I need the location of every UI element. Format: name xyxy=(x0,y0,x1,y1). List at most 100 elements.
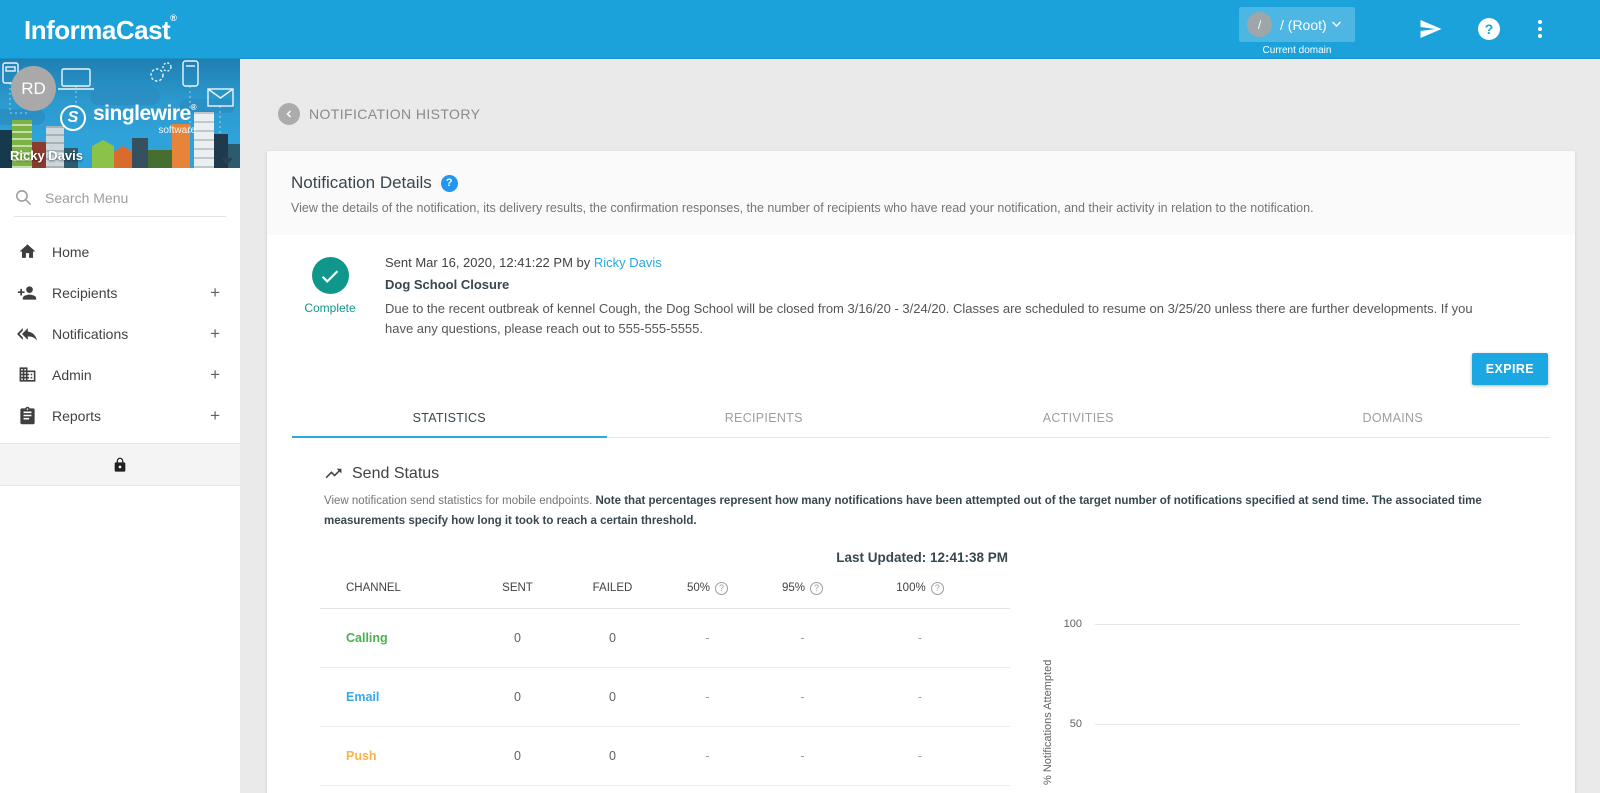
last-updated: Last Updated: 12:41:38 PM xyxy=(836,549,1008,565)
expire-row: EXPIRE xyxy=(267,339,1575,386)
cell-50: - xyxy=(705,630,710,645)
status-block: Complete xyxy=(297,257,363,339)
cell-sent: 0 xyxy=(514,748,521,763)
cell-sent: 0 xyxy=(514,689,521,704)
domain-caption: Current domain xyxy=(1262,45,1332,56)
main-content: NOTIFICATION HISTORY Notification Detail… xyxy=(240,59,1600,793)
column-help-icon[interactable]: ? xyxy=(930,581,944,595)
user-banner[interactable]: S singlewire® software RD Ricky Davis xyxy=(0,59,240,168)
help-icon[interactable]: ? xyxy=(1478,18,1500,40)
home-icon xyxy=(17,242,37,262)
cell-100: - xyxy=(917,630,923,645)
sidebar-item-label: Admin xyxy=(52,366,92,383)
column-header: 50%? xyxy=(660,581,755,595)
sidebar-item-notifications[interactable]: Notifications + xyxy=(0,313,240,354)
domain-label: / (Root) xyxy=(1280,16,1327,33)
menu-search xyxy=(14,188,226,217)
back-button[interactable] xyxy=(278,103,300,125)
notification-summary: Complete Sent Mar 16, 2020, 12:41:22 PM … xyxy=(267,235,1575,339)
statistics-body: Last Updated: 12:41:38 PM CHANNEL SENT F… xyxy=(267,532,1575,793)
chevron-down-icon xyxy=(1331,18,1341,27)
cell-95: - xyxy=(800,748,805,763)
tab-statistics[interactable]: STATISTICS xyxy=(292,401,607,439)
domain-widget: / / (Root) Current domain xyxy=(1239,0,1355,56)
cell-100: - xyxy=(917,689,923,704)
person-add-icon xyxy=(17,283,37,303)
sent-line: Sent Mar 16, 2020, 12:41:22 PM by Ricky … xyxy=(385,255,662,270)
user-name: Ricky Davis xyxy=(10,148,83,163)
domain-selector[interactable]: / / (Root) xyxy=(1239,7,1355,42)
singlewire-monogram: S xyxy=(60,105,86,131)
lock-icon xyxy=(114,457,126,472)
sidebar-item-admin[interactable]: Admin + xyxy=(0,354,240,395)
app-logo[interactable]: InformaCast® xyxy=(24,13,177,46)
section-description: View notification send statistics for mo… xyxy=(324,495,1482,528)
cell-95: - xyxy=(800,689,805,704)
complete-check-icon xyxy=(311,257,349,294)
tab-activities[interactable]: ACTIVITIES xyxy=(921,401,1236,437)
status-badge: Complete xyxy=(304,301,356,315)
column-header: SENT xyxy=(502,582,533,595)
sidebar-item-recipients[interactable]: Recipients + xyxy=(0,272,240,313)
user-menu-caret-icon[interactable] xyxy=(221,158,233,165)
expand-icon[interactable]: + xyxy=(210,365,220,385)
sidebar-item-reports[interactable]: Reports + xyxy=(0,395,240,436)
page-title: Notification Details xyxy=(291,173,432,192)
section-title: Send Status xyxy=(352,464,440,482)
column-help-icon[interactable]: ? xyxy=(715,581,729,595)
sidebar-item-label: Reports xyxy=(52,407,102,424)
notification-title: Dog School Closure xyxy=(385,277,510,292)
cell-failed: 0 xyxy=(609,748,616,763)
send-notification-icon[interactable] xyxy=(1417,17,1444,46)
column-header: 100%? xyxy=(850,581,990,595)
table-row: Email 0 0 - - - xyxy=(320,668,1010,727)
topbar-actions: / / (Root) Current domain ? xyxy=(1239,0,1600,59)
trademark-mark: ® xyxy=(170,13,177,23)
avatar[interactable]: RD xyxy=(11,66,56,111)
singlewire-logo: S singlewire® software xyxy=(60,103,197,136)
chart-y-axis-label: % Notifications Attempted xyxy=(1042,658,1054,785)
card-header: Notification Details ? View the details … xyxy=(267,151,1575,235)
channel-link-email[interactable]: Email xyxy=(320,690,470,704)
sidebar-nav: Home Recipients + Notifications + Admin … xyxy=(0,231,240,436)
reports-clipboard-icon xyxy=(17,406,37,426)
admin-building-icon xyxy=(17,365,37,385)
cell-sent: 0 xyxy=(514,630,521,645)
cell-50: - xyxy=(705,689,710,704)
column-header: CHANNEL xyxy=(346,582,401,595)
search-icon xyxy=(15,189,32,206)
topbar: InformaCast® / / (Root) Current domain ? xyxy=(0,0,1600,59)
breadcrumb: NOTIFICATION HISTORY xyxy=(309,106,481,122)
title-help-icon[interactable]: ? xyxy=(440,174,458,192)
cell-50: - xyxy=(705,748,710,763)
cell-100: - xyxy=(917,748,923,763)
expire-button[interactable]: EXPIRE xyxy=(1471,353,1548,386)
cell-95: - xyxy=(800,630,805,645)
tab-domains[interactable]: DOMAINS xyxy=(1236,401,1551,437)
channel-link-push[interactable]: Push xyxy=(320,749,470,763)
column-help-icon[interactable]: ? xyxy=(810,581,824,595)
overflow-menu-icon[interactable] xyxy=(1536,18,1544,40)
sidebar-item-home[interactable]: Home xyxy=(0,231,240,272)
sidebar: S singlewire® software RD Ricky Davis Ho… xyxy=(0,59,240,793)
lock-menu-button[interactable] xyxy=(0,443,240,486)
send-status-section: Send Status View notification send stati… xyxy=(267,438,1575,531)
tab-recipients[interactable]: RECIPIENTS xyxy=(607,401,922,437)
notification-details-card: Notification Details ? View the details … xyxy=(267,151,1575,793)
domain-avatar: / xyxy=(1247,12,1272,37)
cell-failed: 0 xyxy=(609,689,616,704)
sender-link[interactable]: Ricky Davis xyxy=(594,255,662,270)
page-header: NOTIFICATION HISTORY xyxy=(278,103,1600,125)
attempts-chart: % Notifications Attempted 100 50 0 xyxy=(1042,550,1520,793)
reply-all-icon xyxy=(17,324,37,344)
expand-icon[interactable]: + xyxy=(210,406,220,426)
expand-icon[interactable]: + xyxy=(210,324,220,344)
y-tick: 50 xyxy=(1069,717,1082,730)
sidebar-item-label: Recipients xyxy=(52,284,118,301)
sidebar-item-label: Notifications xyxy=(52,325,129,342)
expand-icon[interactable]: + xyxy=(210,283,220,303)
table-row: Calling 0 0 - - - xyxy=(320,609,1010,668)
page-subtitle: View the details of the notification, it… xyxy=(291,201,1314,215)
search-input[interactable] xyxy=(45,189,215,206)
channel-link-calling[interactable]: Calling xyxy=(320,631,470,645)
